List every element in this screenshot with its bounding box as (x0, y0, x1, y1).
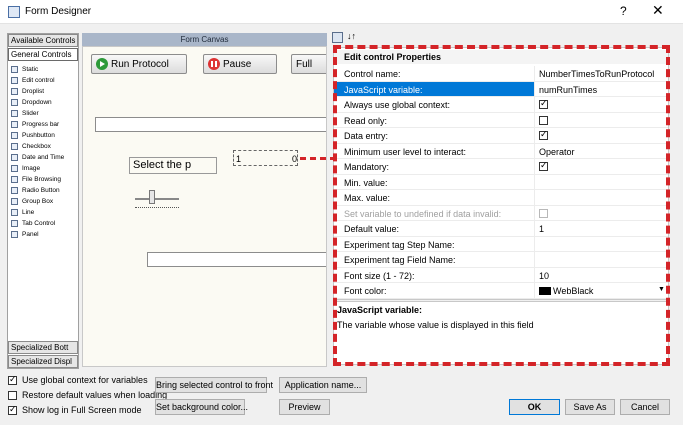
bring-to-front-button[interactable]: Bring selected control to front (155, 377, 273, 393)
droplist-icon (11, 88, 18, 95)
control-image[interactable]: Image (11, 163, 40, 174)
slider-thumb[interactable] (149, 190, 155, 204)
preview-button[interactable]: Preview (279, 399, 330, 415)
selected-edit-control[interactable]: 1 0 (233, 150, 298, 166)
show-log-checkbox[interactable] (8, 404, 17, 415)
control-progress-bar[interactable]: Progress bar (11, 119, 59, 130)
properties-toolbar: ↓↑ (330, 31, 670, 46)
control-droplist[interactable]: Droplist (11, 86, 44, 97)
dropdown-icon (11, 99, 18, 106)
use-global-context-option[interactable]: Use global context for variables (8, 374, 148, 386)
full-screen-button[interactable]: Full (291, 54, 326, 74)
control-tab-control[interactable]: Tab Control (11, 218, 55, 229)
run-protocol-button[interactable]: Run Protocol (91, 54, 187, 74)
control-line[interactable]: Line (11, 207, 34, 218)
application-name-button[interactable]: Application name... (279, 377, 367, 393)
control-group-box[interactable]: Group Box (11, 196, 53, 207)
show-log-option[interactable]: Show log in Full Screen mode (8, 404, 142, 416)
slider-ticks (135, 207, 179, 208)
use-global-context-checkbox[interactable] (8, 374, 17, 385)
cancel-button[interactable]: Cancel (620, 399, 670, 415)
control-slider[interactable]: Slider (11, 108, 39, 119)
control-edit[interactable]: Edit control (11, 75, 55, 86)
calendar-icon (11, 154, 18, 161)
highlight-frame (333, 45, 670, 366)
spin-right-value: 0 (292, 154, 298, 164)
restore-defaults-option[interactable]: Restore default values when loading (8, 389, 167, 401)
radio-button-icon (11, 187, 18, 194)
categorized-view-icon[interactable] (332, 32, 343, 43)
close-button[interactable]: ✕ (652, 2, 664, 19)
slider-icon (11, 110, 18, 117)
highlight-connector (300, 157, 336, 160)
pause-button[interactable]: Pause (203, 54, 277, 74)
ok-button[interactable]: OK (509, 399, 560, 415)
sort-alphabetical-icon[interactable]: ↓↑ (347, 31, 356, 41)
canvas-bottom-field[interactable] (147, 252, 326, 267)
title-bar: Form Designer ? ✕ (0, 0, 683, 24)
control-pushbutton[interactable]: Pushbutton (11, 130, 55, 141)
spin-left-value: 1 (236, 154, 242, 164)
slider-track (135, 198, 179, 200)
checkbox-icon (11, 143, 18, 150)
help-button[interactable]: ? (620, 4, 627, 18)
folder-icon (11, 176, 18, 183)
tab-control-icon (11, 220, 18, 227)
controls-toolbox: Available Controls General Controls Stat… (7, 33, 79, 369)
control-panel[interactable]: Panel (11, 229, 39, 240)
save-as-button[interactable]: Save As (565, 399, 615, 415)
panel-icon (11, 231, 18, 238)
tab-general-controls[interactable]: General Controls (8, 48, 78, 61)
tab-available-controls[interactable]: Available Controls (8, 34, 78, 47)
set-background-color-button[interactable]: Set background color... (155, 399, 248, 415)
control-date-time[interactable]: Date and Time (11, 152, 64, 163)
form-canvas[interactable]: Run Protocol Pause Full Select the p 1 0 (82, 46, 327, 367)
progress-bar-icon (11, 121, 18, 128)
group-box-icon (11, 198, 18, 205)
canvas-static-label[interactable]: Select the p (129, 157, 217, 174)
canvas-header: Form Canvas (82, 33, 327, 46)
pause-icon (208, 58, 220, 70)
edit-control-icon (11, 77, 18, 84)
pushbutton-icon (11, 132, 18, 139)
canvas-text-field[interactable] (95, 117, 326, 132)
play-icon (96, 58, 108, 70)
restore-defaults-checkbox[interactable] (8, 390, 17, 400)
control-radio-button[interactable]: Radio Button (11, 185, 60, 196)
control-file-browsing[interactable]: File Browsing (11, 174, 61, 185)
control-dropdown[interactable]: Dropdown (11, 97, 52, 108)
control-checkbox[interactable]: Checkbox (11, 141, 51, 152)
tab-specialized-buttons[interactable]: Specialized Bott (8, 341, 78, 354)
image-icon (11, 165, 18, 172)
line-icon (11, 209, 18, 216)
tab-specialized-displays[interactable]: Specialized Displ (8, 355, 78, 368)
static-icon (11, 66, 18, 73)
control-static[interactable]: Static (11, 64, 38, 75)
window-title: Form Designer (25, 6, 92, 17)
app-icon (8, 6, 20, 18)
